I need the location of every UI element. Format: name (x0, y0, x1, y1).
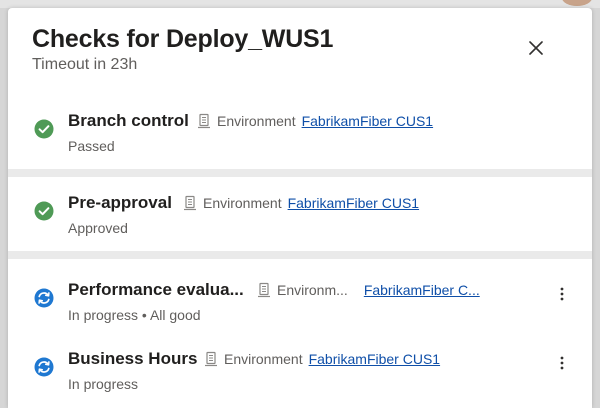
environment-label: Environm... (277, 282, 348, 298)
check-name: Business Hours (68, 349, 198, 368)
environment-link[interactable]: FabrikamFiber CUS1 (288, 195, 419, 211)
background-page (0, 0, 600, 8)
check-row-branch-control[interactable]: Branch control Environment FabrikamFiber… (8, 95, 592, 169)
environment-icon (198, 113, 210, 129)
environment-icon (258, 282, 270, 298)
more-options-button[interactable] (554, 284, 570, 304)
environment-label: Environment (217, 113, 296, 129)
check-name: Pre-approval (68, 193, 172, 212)
more-vertical-icon (560, 287, 564, 301)
in-progress-icon (34, 357, 54, 377)
check-environment: Environment FabrikamFiber CUS1 (183, 195, 419, 211)
panel-title: Checks for Deploy_WUS1 (32, 25, 334, 53)
check-status: In progress (68, 376, 139, 392)
check-environment: Environment FabrikamFiber CUS1 (204, 351, 440, 367)
check-environment: Environm... FabrikamFiber C... (257, 282, 480, 298)
check-circle-icon (34, 201, 54, 221)
check-status: Approved (68, 220, 128, 236)
checks-panel: Checks for Deploy_WUS1 Timeout in 23h Br… (8, 8, 592, 408)
check-row-performance-evaluation[interactable]: Performance evalua... Environm... Fabrik… (8, 259, 592, 339)
more-vertical-icon (560, 356, 564, 370)
check-status: Passed (68, 138, 115, 154)
environment-link[interactable]: FabrikamFiber C... (364, 282, 480, 298)
environment-label: Environment (224, 351, 303, 367)
check-row-pre-approval[interactable]: Pre-approval Environment FabrikamFiber C… (8, 177, 592, 251)
panel-header: Checks for Deploy_WUS1 Timeout in 23h (8, 8, 592, 95)
check-row-business-hours[interactable]: Business Hours Environment FabrikamFiber… (8, 339, 592, 408)
environment-icon (184, 195, 196, 211)
close-button[interactable] (522, 34, 550, 62)
environment-label: Environment (203, 195, 282, 211)
panel-subtitle: Timeout in 23h (32, 56, 138, 73)
close-icon (529, 41, 543, 55)
check-name: Branch control (68, 111, 189, 130)
check-name: Performance evalua... (68, 280, 244, 299)
more-options-button[interactable] (554, 353, 570, 373)
environment-link[interactable]: FabrikamFiber CUS1 (302, 113, 433, 129)
check-circle-icon (34, 119, 54, 139)
check-environment: Environment FabrikamFiber CUS1 (197, 113, 433, 129)
check-status: In progress • All good (68, 307, 201, 323)
row-separator (8, 251, 592, 259)
environment-icon (205, 351, 217, 367)
row-separator (8, 169, 592, 177)
in-progress-icon (34, 288, 54, 308)
environment-link[interactable]: FabrikamFiber CUS1 (309, 351, 440, 367)
